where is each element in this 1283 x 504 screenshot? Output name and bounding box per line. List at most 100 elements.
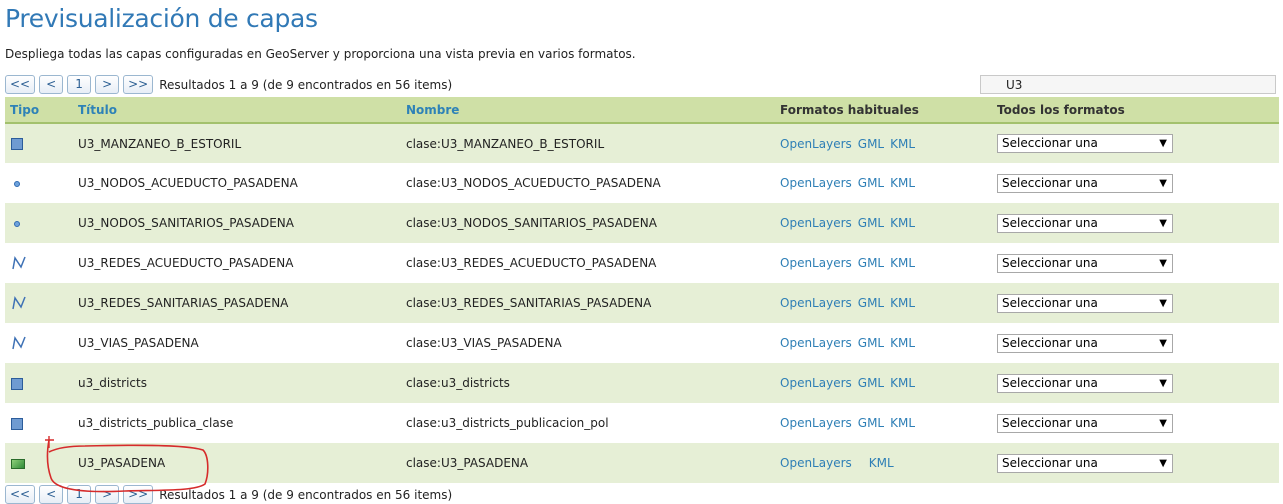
format-link-kml[interactable]: KML [890, 216, 915, 230]
table-row: U3_PASADENA clase:U3_PASADENA OpenLayers KM… [5, 443, 1279, 483]
column-header-tipo[interactable]: Tipo [5, 97, 78, 123]
filter-input[interactable] [980, 75, 1276, 94]
layer-name: clase:U3_REDES_ACUEDUCTO_PASADENA [406, 256, 657, 270]
next-page-button[interactable]: > [95, 75, 120, 94]
format-link-gml[interactable]: GML [858, 336, 884, 350]
table-header-row: Tipo Título Nombre Formatos habituales T… [5, 97, 1279, 123]
format-link-gml[interactable]: GML [858, 137, 884, 151]
page-1-button-bottom[interactable]: 1 [67, 485, 92, 504]
format-link-gml[interactable]: GML [858, 256, 884, 270]
all-formats-cell: Seleccionar una ▼ [997, 123, 1279, 163]
format-select[interactable]: Seleccionar una ▼ [997, 253, 1173, 273]
common-formats-cell: OpenLayers KML [780, 443, 997, 483]
layer-name: clase:u3_districts_publicacion_pol [406, 416, 609, 430]
all-formats-cell: Seleccionar una ▼ [997, 163, 1279, 203]
dropdown-arrow-icon: ▼ [1159, 337, 1167, 349]
column-header-formatos-habituales: Formatos habituales [780, 102, 919, 117]
results-count: Resultados 1 a 9 (de 9 encontrados en 56… [159, 77, 453, 92]
format-select[interactable]: Seleccionar una ▼ [997, 173, 1173, 193]
common-formats-cell: OpenLayers GML KML [780, 403, 997, 443]
column-header-todos-formatos: Todos los formatos [997, 102, 1125, 117]
next-page-button-bottom[interactable]: > [95, 485, 120, 504]
dropdown-arrow-icon: ▼ [1159, 457, 1167, 469]
common-formats-cell: OpenLayers GML KML [780, 163, 997, 203]
layer-type-cell [5, 203, 78, 243]
format-link-openlayers[interactable]: OpenLayers [780, 416, 852, 430]
format-link-openlayers[interactable]: OpenLayers [780, 336, 852, 350]
format-link-kml[interactable]: KML [890, 256, 915, 270]
format-link-openlayers[interactable]: OpenLayers [780, 176, 852, 190]
dropdown-arrow-icon: ▼ [1159, 417, 1167, 429]
pagination-bottom: << < 1 > >> Resultados 1 a 9 (de 9 encon… [5, 485, 452, 504]
table-row: U3_REDES_ACUEDUCTO_PASADENA clase:U3_REDE… [5, 243, 1279, 283]
column-header-nombre[interactable]: Nombre [406, 97, 780, 123]
format-link-openlayers[interactable]: OpenLayers [780, 137, 852, 151]
pagination-top: << < 1 > >> Resultados 1 a 9 (de 9 encon… [5, 75, 452, 94]
table-row: U3_NODOS_ACUEDUCTO_PASADENA clase:U3_NODO… [5, 163, 1279, 203]
last-page-button[interactable]: >> [123, 75, 154, 94]
format-link-kml[interactable]: KML [890, 336, 915, 350]
format-link-kml[interactable]: KML [890, 376, 915, 390]
page-1-button[interactable]: 1 [67, 75, 92, 94]
format-select-value: Seleccionar una [1002, 375, 1098, 390]
table-row: u3_districts_publica_clase clase:u3_distr… [5, 403, 1279, 443]
format-link-gml[interactable]: GML [858, 416, 884, 430]
all-formats-cell: Seleccionar una ▼ [997, 323, 1279, 363]
format-select[interactable]: Seleccionar una ▼ [997, 333, 1173, 353]
format-select[interactable]: Seleccionar una ▼ [997, 413, 1173, 433]
format-select[interactable]: Seleccionar una ▼ [997, 453, 1173, 473]
first-page-button[interactable]: << [5, 75, 36, 94]
format-link-openlayers[interactable]: OpenLayers [780, 296, 852, 310]
layer-title: u3_districts_publica_clase [78, 416, 234, 430]
all-formats-cell: Seleccionar una ▼ [997, 363, 1279, 403]
layer-title: U3_REDES_ACUEDUCTO_PASADENA [78, 256, 294, 270]
format-link-openlayers[interactable]: OpenLayers [780, 256, 852, 270]
format-link-gml[interactable]: GML [858, 216, 884, 230]
dropdown-arrow-icon: ▼ [1159, 377, 1167, 389]
all-formats-cell: Seleccionar una ▼ [997, 243, 1279, 283]
dropdown-arrow-icon: ▼ [1159, 177, 1167, 189]
layer-title: U3_NODOS_SANITARIOS_PASADENA [78, 216, 294, 230]
all-formats-cell: Seleccionar una ▼ [997, 443, 1279, 483]
format-link-openlayers[interactable]: OpenLayers [780, 456, 852, 470]
format-link-openlayers[interactable]: OpenLayers [780, 376, 852, 390]
common-formats-cell: OpenLayers GML KML [780, 123, 997, 163]
layer-name: clase:U3_MANZANEO_B_ESTORIL [406, 136, 605, 151]
format-select[interactable]: Seleccionar una ▼ [997, 213, 1173, 233]
format-link-kml[interactable]: KML [890, 176, 915, 190]
format-link-gml[interactable]: GML [858, 376, 884, 390]
format-select-value: Seleccionar una [1002, 136, 1098, 150]
format-select-value: Seleccionar una [1002, 455, 1098, 470]
layer-type-cell [5, 283, 78, 323]
common-formats-cell: OpenLayers GML KML [780, 243, 997, 283]
layer-name: clase:U3_PASADENA [406, 456, 529, 470]
format-select[interactable]: Seleccionar una ▼ [997, 293, 1173, 313]
last-page-button-bottom[interactable]: >> [123, 485, 154, 504]
first-page-button-bottom[interactable]: << [5, 485, 36, 504]
format-link-openlayers[interactable]: OpenLayers [780, 216, 852, 230]
layer-type-cell [5, 323, 78, 363]
format-link-gml[interactable]: GML [858, 176, 884, 190]
format-select-value: Seleccionar una [1002, 295, 1098, 310]
layer-type-cell [5, 403, 78, 443]
point-icon [14, 220, 20, 227]
format-select[interactable]: Seleccionar una ▼ [997, 134, 1173, 153]
layer-name: clase:U3_VIAS_PASADENA [406, 336, 562, 350]
format-link-kml[interactable]: KML [890, 416, 915, 430]
layer-type-cell [5, 443, 78, 483]
layer-name: clase:U3_REDES_SANITARIAS_PASADENA [406, 296, 652, 310]
format-link-kml[interactable]: KML [869, 456, 894, 470]
polygon-icon [11, 138, 23, 150]
format-link-kml[interactable]: KML [890, 137, 915, 151]
format-link-kml[interactable]: KML [890, 296, 915, 310]
page-title: Previsualización de capas [5, 4, 318, 33]
results-count-bottom: Resultados 1 a 9 (de 9 encontrados en 56… [159, 487, 453, 502]
prev-page-button[interactable]: < [39, 75, 64, 94]
format-link-gml[interactable]: GML [858, 296, 884, 310]
format-select[interactable]: Seleccionar una ▼ [997, 373, 1173, 393]
column-header-titulo[interactable]: Título [78, 97, 406, 123]
prev-page-button-bottom[interactable]: < [39, 485, 64, 504]
layer-type-cell [5, 163, 78, 203]
polygon-icon [11, 417, 23, 430]
dropdown-arrow-icon: ▼ [1159, 257, 1167, 269]
